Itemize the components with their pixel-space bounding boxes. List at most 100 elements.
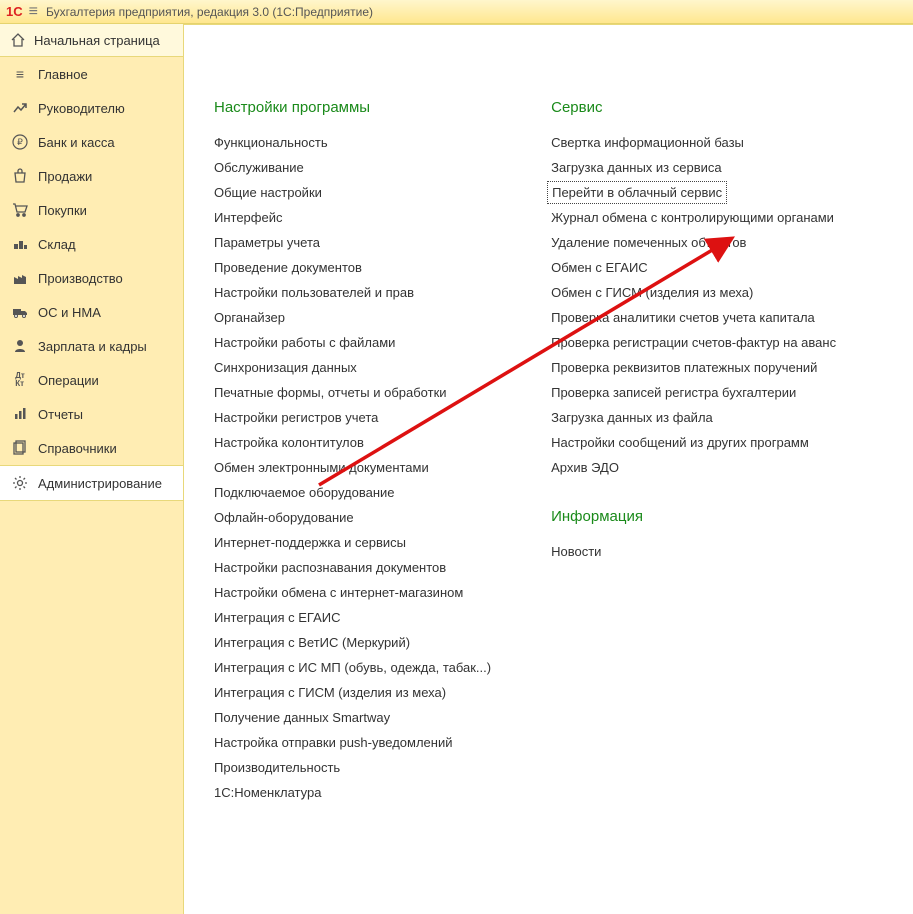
link-item[interactable]: Производительность bbox=[214, 755, 340, 780]
link-item[interactable]: Интеграция с ГИСМ (изделия из меха) bbox=[214, 680, 446, 705]
sidebar-item-warehouse[interactable]: Склад bbox=[0, 227, 183, 261]
sidebar-item-manager[interactable]: Руководителю bbox=[0, 91, 183, 125]
sidebar-item-label: Руководителю bbox=[38, 101, 125, 116]
sidebar-item-label: Продажи bbox=[38, 169, 92, 184]
link-item[interactable]: Проверка записей регистра бухгалтерии bbox=[551, 380, 796, 405]
column-service: Сервис Свертка информационной базыЗагруз… bbox=[551, 45, 836, 805]
link-item[interactable]: Обмен электронными документами bbox=[214, 455, 429, 480]
link-item[interactable]: Органайзер bbox=[214, 305, 285, 330]
link-item[interactable]: Журнал обмена с контролирующими органами bbox=[551, 205, 834, 230]
link-item[interactable]: Параметры учета bbox=[214, 230, 320, 255]
link-item[interactable]: Проведение документов bbox=[214, 255, 362, 280]
sidebar-item-label: Справочники bbox=[38, 441, 117, 456]
column-settings: Настройки программы ФункциональностьОбсл… bbox=[214, 45, 491, 805]
sidebar-item-os-nma[interactable]: ОС и НМА bbox=[0, 295, 183, 329]
link-item[interactable]: Синхронизация данных bbox=[214, 355, 357, 380]
svg-text:₽: ₽ bbox=[17, 137, 23, 147]
link-item[interactable]: Архив ЭДО bbox=[551, 455, 619, 480]
link-item[interactable]: Свертка информационной базы bbox=[551, 130, 744, 155]
link-item[interactable]: Обмен с ГИСМ (изделия из меха) bbox=[551, 280, 753, 305]
link-item[interactable]: Обслуживание bbox=[214, 155, 304, 180]
books-icon bbox=[12, 440, 28, 456]
main-menu-icon[interactable]: ≡ bbox=[29, 3, 38, 21]
link-item[interactable]: Интеграция с ВетИС (Меркурий) bbox=[214, 630, 410, 655]
trend-icon bbox=[12, 100, 28, 116]
menu-icon: ≡ bbox=[12, 66, 28, 82]
dtkt-icon: ДтКт bbox=[12, 372, 28, 388]
sidebar-item-sales[interactable]: Продажи bbox=[0, 159, 183, 193]
link-item[interactable]: Печатные формы, отчеты и обработки bbox=[214, 380, 447, 405]
sidebar-item-reports[interactable]: Отчеты bbox=[0, 397, 183, 431]
link-item[interactable]: Настройки распознавания документов bbox=[214, 555, 446, 580]
truck-icon bbox=[12, 304, 28, 320]
app-window: 1С ≡ Бухгалтерия предприятия, редакция 3… bbox=[0, 0, 913, 914]
home-icon bbox=[10, 32, 26, 48]
sidebar-item-operations[interactable]: ДтКт Операции bbox=[0, 363, 183, 397]
sidebar-item-production[interactable]: Производство bbox=[0, 261, 183, 295]
link-item[interactable]: Интернет-поддержка и сервисы bbox=[214, 530, 406, 555]
link-item[interactable]: Удаление помеченных объектов bbox=[551, 230, 746, 255]
link-item[interactable]: Общие настройки bbox=[214, 180, 322, 205]
link-item[interactable]: Настройки сообщений из других программ bbox=[551, 430, 809, 455]
window-title: Бухгалтерия предприятия, редакция 3.0 (1… bbox=[46, 5, 373, 19]
cart-icon bbox=[12, 202, 28, 218]
sidebar-item-admin[interactable]: Администрирование bbox=[0, 465, 183, 501]
link-item[interactable]: Функциональность bbox=[214, 130, 328, 155]
content-area: Настройки программы ФункциональностьОбсл… bbox=[184, 24, 913, 914]
bag-icon bbox=[12, 168, 28, 184]
link-item[interactable]: Настройка колонтитулов bbox=[214, 430, 364, 455]
link-item[interactable]: Интеграция с ЕГАИС bbox=[214, 605, 340, 630]
columns: Настройки программы ФункциональностьОбсл… bbox=[214, 45, 883, 805]
sidebar-item-label: Главное bbox=[38, 67, 88, 82]
sidebar-item-catalogs[interactable]: Справочники bbox=[0, 431, 183, 465]
link-item[interactable]: 1С:Номенклатура bbox=[214, 780, 321, 805]
sidebar-item-bank[interactable]: ₽ Банк и касса bbox=[0, 125, 183, 159]
link-item[interactable]: Настройки регистров учета bbox=[214, 405, 378, 430]
sidebar-item-label: Отчеты bbox=[38, 407, 83, 422]
sidebar-item-label: Операции bbox=[38, 373, 99, 388]
link-item[interactable]: Получение данных Smartway bbox=[214, 705, 390, 730]
link-item[interactable]: Настройки пользователей и прав bbox=[214, 280, 414, 305]
factory-icon bbox=[12, 270, 28, 286]
app-logo: 1С bbox=[6, 4, 23, 19]
sidebar: Начальная страница ≡ Главное Руководител… bbox=[0, 24, 184, 914]
link-item[interactable]: Загрузка данных из сервиса bbox=[551, 155, 722, 180]
section-title-info: Информация bbox=[551, 508, 836, 525]
section-title-settings: Настройки программы bbox=[214, 99, 491, 116]
sidebar-item-main[interactable]: ≡ Главное bbox=[0, 57, 183, 91]
start-page-label: Начальная страница bbox=[34, 33, 160, 48]
gear-icon bbox=[12, 475, 28, 491]
sidebar-item-label: Покупки bbox=[38, 203, 87, 218]
link-item[interactable]: Проверка реквизитов платежных поручений bbox=[551, 355, 817, 380]
ruble-icon: ₽ bbox=[12, 134, 28, 150]
link-item[interactable]: Настройки обмена с интернет-магазином bbox=[214, 580, 463, 605]
sidebar-item-salary[interactable]: Зарплата и кадры bbox=[0, 329, 183, 363]
sidebar-item-label: Администрирование bbox=[38, 476, 162, 491]
start-page-button[interactable]: Начальная страница bbox=[0, 24, 183, 57]
link-item[interactable]: Перейти в облачный сервис bbox=[547, 181, 727, 204]
sidebar-item-purchases[interactable]: Покупки bbox=[0, 193, 183, 227]
body: Начальная страница ≡ Главное Руководител… bbox=[0, 24, 913, 914]
link-item[interactable]: Офлайн-оборудование bbox=[214, 505, 354, 530]
link-item[interactable]: Подключаемое оборудование bbox=[214, 480, 395, 505]
sidebar-item-label: Зарплата и кадры bbox=[38, 339, 147, 354]
link-item[interactable]: Интерфейс bbox=[214, 205, 282, 230]
section-title-service: Сервис bbox=[551, 99, 836, 116]
link-item[interactable]: Проверка регистрации счетов-фактур на ав… bbox=[551, 330, 836, 355]
person-icon bbox=[12, 338, 28, 354]
warehouse-icon bbox=[12, 236, 28, 252]
sidebar-item-label: Банк и касса bbox=[38, 135, 115, 150]
sidebar-item-label: Производство bbox=[38, 271, 123, 286]
link-item[interactable]: Обмен с ЕГАИС bbox=[551, 255, 648, 280]
sidebar-item-label: Склад bbox=[38, 237, 76, 252]
link-item[interactable]: Настройки работы с файлами bbox=[214, 330, 395, 355]
titlebar: 1С ≡ Бухгалтерия предприятия, редакция 3… bbox=[0, 0, 913, 24]
link-item[interactable]: Проверка аналитики счетов учета капитала bbox=[551, 305, 815, 330]
link-item[interactable]: Настройка отправки push-уведомлений bbox=[214, 730, 452, 755]
link-item[interactable]: Загрузка данных из файла bbox=[551, 405, 713, 430]
nav: ≡ Главное Руководителю ₽ Банк и касса bbox=[0, 57, 183, 501]
link-item[interactable]: Новости bbox=[551, 539, 601, 564]
sidebar-item-label: ОС и НМА bbox=[38, 305, 101, 320]
link-item[interactable]: Интеграция с ИС МП (обувь, одежда, табак… bbox=[214, 655, 491, 680]
chart-icon bbox=[12, 406, 28, 422]
